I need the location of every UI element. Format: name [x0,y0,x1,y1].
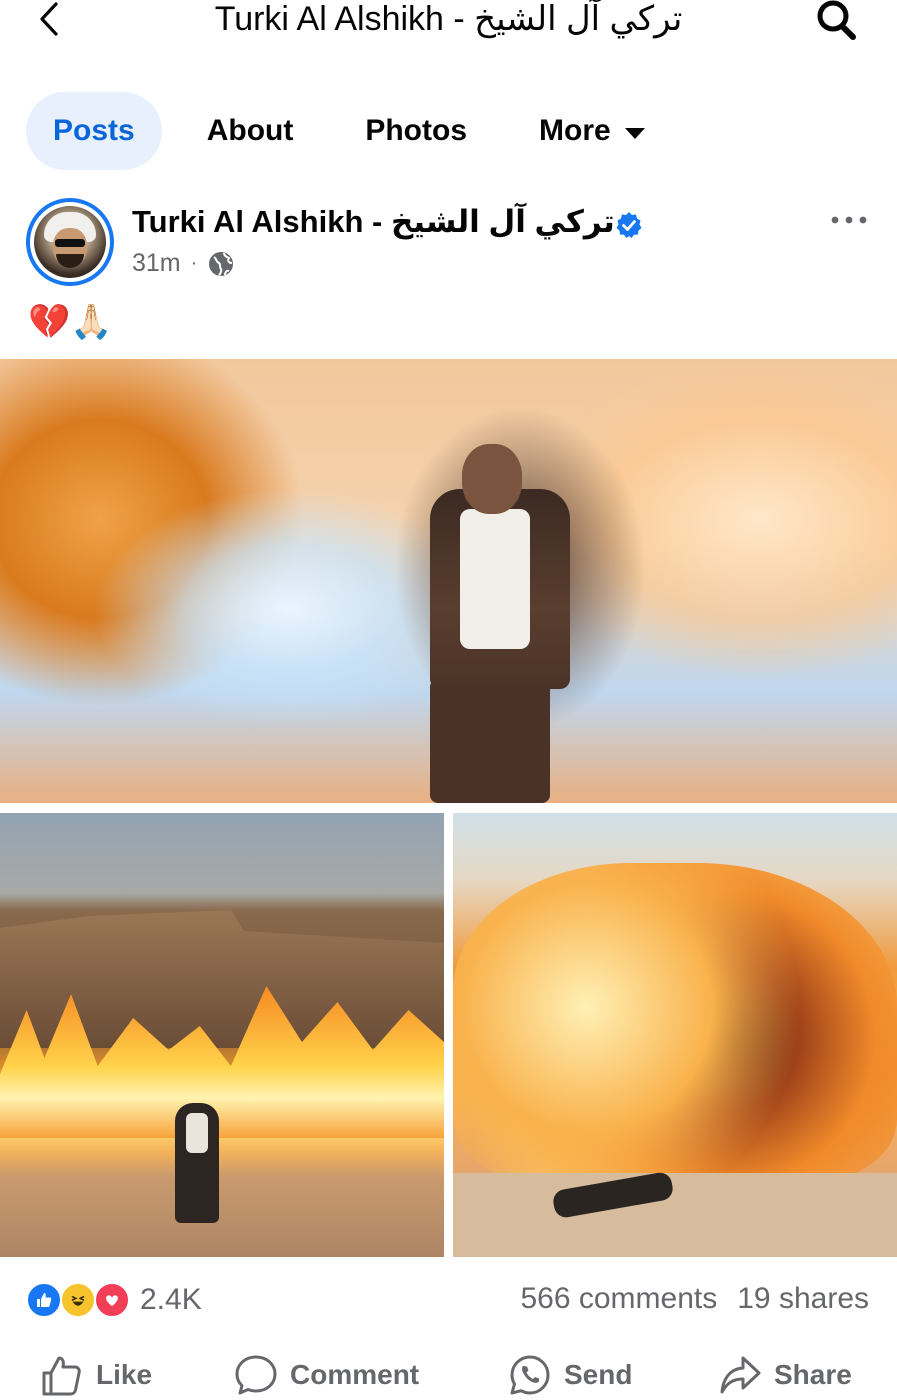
search-icon [817,0,856,40]
author-avatar[interactable] [26,198,114,286]
send-button[interactable]: Send [508,1350,632,1400]
comment-label: Comment [290,1359,420,1390]
reaction-count: 2.4K [140,1283,202,1316]
share-label: Share [774,1359,852,1390]
post-photo-3[interactable] [453,813,897,1257]
comment-button[interactable]: Comment [234,1350,419,1400]
post-action-bar: Like Comment Send Share [0,1350,897,1400]
whatsapp-icon [510,1355,550,1395]
reaction-icons [26,1282,132,1318]
post-author-name[interactable]: Turki Al Alshikh - تركي آل الشيخ [132,204,615,240]
like-label: Like [96,1359,153,1390]
verified-badge-icon [616,212,642,238]
post-timestamp[interactable]: 31m [132,249,181,278]
share-arrow-icon [720,1356,761,1394]
tab-about[interactable]: About [207,92,294,170]
love-reaction-icon [94,1282,130,1318]
globe-icon [209,251,234,276]
reactions-summary[interactable]: 2.4K [26,1282,202,1318]
tab-more[interactable]: More [539,92,645,170]
like-reaction-icon [26,1282,62,1318]
share-button[interactable]: Share [718,1350,852,1400]
tab-photos[interactable]: Photos [365,92,467,170]
post-meta: 31m · [132,249,235,278]
tab-more-label: More [539,114,611,147]
profile-tabs: Posts About Photos More [26,92,645,170]
post-photo-2[interactable] [0,813,444,1257]
thumbs-up-icon [42,1356,81,1396]
search-button[interactable] [813,0,863,44]
shares-count[interactable]: 19 shares [737,1282,869,1316]
like-button[interactable]: Like [40,1350,152,1400]
avatar-image [34,206,106,278]
more-options-icon[interactable] [829,206,869,234]
send-label: Send [564,1359,633,1390]
page-title: Turki Al Alshikh - تركي آل الشيخ [214,0,683,38]
post-text: 💔🙏🏻 [28,303,113,341]
comment-bubble-icon [235,1355,277,1395]
top-bar: Turki Al Alshikh - تركي آل الشيخ [0,0,897,44]
engagement-counts: 566 comments 19 shares [520,1282,869,1316]
meta-separator: · [190,252,198,274]
caret-down-icon [624,127,645,139]
post-photo-1[interactable] [0,359,897,803]
tab-posts[interactable]: Posts [26,92,162,170]
comments-count[interactable]: 566 comments [520,1282,717,1316]
haha-reaction-icon [60,1282,96,1318]
